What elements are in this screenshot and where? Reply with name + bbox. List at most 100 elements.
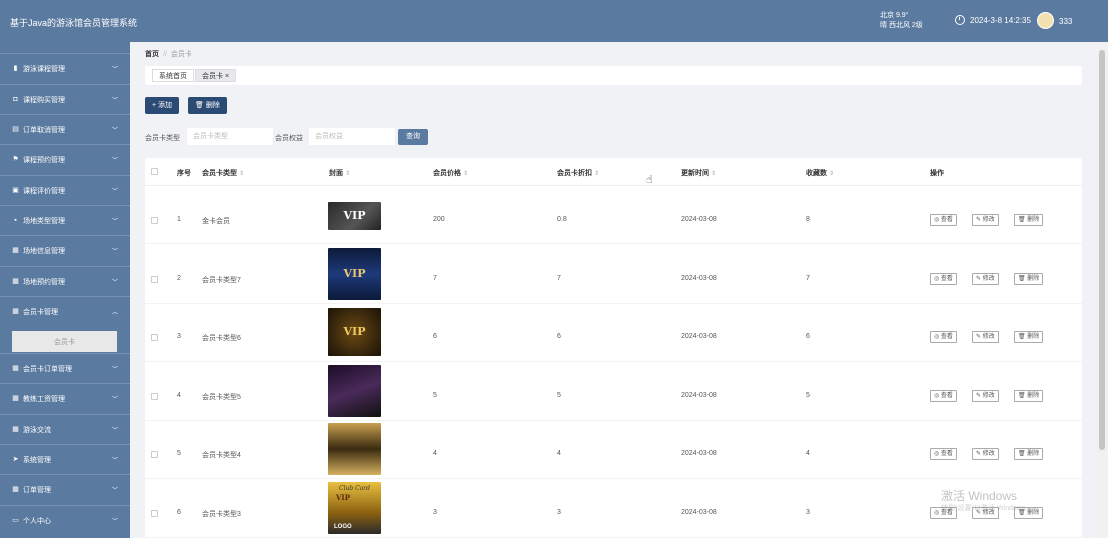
eye-icon: ◎	[934, 217, 941, 223]
cell-price: 7	[433, 275, 437, 282]
header-updated[interactable]: 更新时间 ⇕	[681, 168, 716, 178]
select-all-checkbox[interactable]	[151, 168, 158, 175]
windows-watermark: 激活 Windows	[941, 489, 1018, 503]
sidebar-item-6[interactable]: ▦ 场地信息管理 ﹀	[0, 235, 130, 265]
cell-index: 1	[177, 216, 181, 223]
cell-discount: 0.8	[557, 216, 567, 223]
cover-logo-text: LOGO	[334, 524, 352, 530]
cover-club-text: Club Card	[339, 485, 370, 492]
delete-button[interactable]: 🗑 删除	[188, 97, 227, 114]
table-row[interactable]: 5 会员卡类型4 4 4 2024-03-08 4 ◎ 查看 ✎ 修改 🗑 删除	[145, 421, 1082, 479]
sidebar-item-10[interactable]: ▦ 教练工资管理 ﹀	[0, 383, 130, 413]
action-label: 删除	[1027, 451, 1040, 457]
edit-icon: ✎	[976, 217, 983, 223]
note-icon: ▤	[12, 126, 19, 133]
sidebar-item-label: 系统管理	[23, 456, 51, 464]
edit-button[interactable]: ✎ 修改	[972, 448, 999, 460]
sidebar-item-8[interactable]: ▦ 会员卡管理 ︿	[0, 296, 130, 326]
row-delete-button[interactable]: 🗑 删除	[1014, 390, 1044, 402]
row-delete-button[interactable]: 🗑 删除	[1014, 214, 1044, 226]
row-delete-button[interactable]: 🗑 删除	[1014, 273, 1044, 285]
rights-input[interactable]: 会员权益	[309, 128, 395, 145]
action-label: 修改	[982, 276, 995, 282]
chevron-down-icon: ﹀	[111, 249, 118, 255]
row-delete-button[interactable]: 🗑 删除	[1014, 448, 1044, 460]
edit-button[interactable]: ✎ 修改	[972, 214, 999, 226]
row-checkbox[interactable]	[151, 276, 158, 283]
eye-icon: ◎	[934, 276, 941, 282]
cell-card-type: 会员卡类型7	[202, 277, 241, 284]
cell-card-type: 会员卡类型3	[202, 511, 241, 518]
cell-discount: 3	[557, 509, 561, 516]
header-cover[interactable]: 封面 ⇕	[329, 168, 350, 178]
query-button[interactable]: 查询	[398, 129, 428, 145]
table-row[interactable]: 1 金卡会员 200 0.8 2024-03-08 8 ◎ 查看 ✎ 修改 🗑 删除	[145, 186, 1082, 244]
sidebar-item-13[interactable]: ▦ 订单管理 ﹀	[0, 474, 130, 504]
cell-updated: 2024-03-08	[681, 509, 717, 516]
header-card-type[interactable]: 会员卡类型 ⇕	[202, 168, 244, 178]
edit-button[interactable]: ✎ 修改	[972, 331, 999, 343]
sidebar-item-label: 课程购买管理	[23, 96, 65, 104]
chevron-down-icon: ﹀	[111, 397, 118, 403]
view-button[interactable]: ◎ 查看	[930, 448, 957, 460]
tab-membership-card[interactable]: 会员卡 ×	[195, 69, 237, 82]
cell-index: 5	[177, 450, 181, 457]
breadcrumb-home[interactable]: 首页	[145, 51, 159, 58]
table-row[interactable]: 3 会员卡类型6 6 6 2024-03-08 6 ◎ 查看 ✎ 修改 🗑 删除	[145, 304, 1082, 362]
sort-icon: ⇕	[594, 171, 600, 177]
table-row[interactable]: 2 会员卡类型7 7 7 2024-03-08 7 ◎ 查看 ✎ 修改 🗑 删除	[145, 246, 1082, 304]
row-delete-button[interactable]: 🗑 删除	[1014, 331, 1044, 343]
windows-watermark-sub: 转到"设置"以激活 Windows。	[941, 505, 1033, 512]
sidebar-item-12[interactable]: ➤ 系统管理 ﹀	[0, 444, 130, 474]
row-checkbox[interactable]	[151, 393, 158, 400]
sidebar-item-7[interactable]: ▦ 场地预约管理 ﹀	[0, 266, 130, 296]
weather-desc: 晴 西北风 2级	[880, 22, 923, 29]
sidebar-item-14[interactable]: ▭ 个人中心 ﹀	[0, 505, 130, 535]
sidebar-item-label: 场地类型管理	[23, 217, 65, 225]
app-title: 基于Java的游泳馆会员管理系统	[10, 18, 138, 28]
row-checkbox[interactable]	[151, 334, 158, 341]
tab-home[interactable]: 系统首页	[152, 69, 194, 82]
edit-icon: ✎	[976, 334, 983, 340]
sidebar-subitem-membership-card[interactable]: 会员卡	[12, 331, 117, 352]
view-button[interactable]: ◎ 查看	[930, 331, 957, 343]
header-favorites[interactable]: 收藏数 ⇕	[806, 168, 834, 178]
view-button[interactable]: ◎ 查看	[930, 214, 957, 226]
sidebar-item-9[interactable]: ▦ 会员卡订单管理 ﹀	[0, 353, 130, 383]
sidebar-item-11[interactable]: ▦ 游泳交流 ﹀	[0, 414, 130, 444]
row-checkbox[interactable]	[151, 451, 158, 458]
image-icon: ▣	[12, 187, 19, 194]
weather-widget: 北京 9.9° 晴 西北风 2级	[880, 11, 923, 31]
sidebar-item-1[interactable]: ◘ 课程购买管理 ﹀	[0, 84, 130, 114]
grid-icon: ▦	[12, 247, 19, 254]
header-discount[interactable]: 会员卡折扣 ⇕	[557, 168, 599, 178]
rights-label: 会员权益	[275, 135, 303, 142]
add-button[interactable]: + 添加	[145, 97, 180, 114]
edit-button[interactable]: ✎ 修改	[972, 273, 999, 285]
action-label: 删除	[1027, 393, 1040, 399]
chevron-down-icon: ﹀	[111, 128, 118, 134]
sidebar-item-0[interactable]: ▮ 游泳课程管理 ﹀	[0, 53, 130, 83]
cell-favorites: 4	[806, 450, 810, 457]
view-button[interactable]: ◎ 查看	[930, 273, 957, 285]
scroll-thumb[interactable]	[1099, 50, 1105, 450]
row-checkbox[interactable]	[151, 217, 158, 224]
view-button[interactable]: ◎ 查看	[930, 390, 957, 402]
chevron-up-icon: ︿	[111, 310, 118, 316]
vertical-scrollbar[interactable]	[1097, 42, 1108, 538]
edit-button[interactable]: ✎ 修改	[972, 390, 999, 402]
avatar[interactable]	[1037, 12, 1054, 29]
sidebar-item-5[interactable]: ▪ 场地类型管理 ﹀	[0, 205, 130, 235]
row-checkbox[interactable]	[151, 510, 158, 517]
sidebar-item-4[interactable]: ▣ 课程评价管理 ﹀	[0, 175, 130, 205]
card-type-input[interactable]: 会员卡类型	[187, 128, 273, 145]
header-price[interactable]: 会员价格 ⇕	[433, 168, 468, 178]
edit-icon: ✎	[976, 276, 983, 282]
username[interactable]: 333	[1059, 17, 1072, 26]
table-row[interactable]: 4 会员卡类型5 5 5 2024-03-08 5 ◎ 查看 ✎ 修改 🗑 删除	[145, 363, 1082, 421]
action-label: 查看	[940, 276, 953, 282]
sidebar-item-2[interactable]: ▤ 订单取消管理 ﹀	[0, 114, 130, 144]
cell-index: 4	[177, 392, 181, 399]
edit-icon: ✎	[976, 393, 983, 399]
sidebar-item-3[interactable]: ⚑ 课程预约管理 ﹀	[0, 144, 130, 174]
